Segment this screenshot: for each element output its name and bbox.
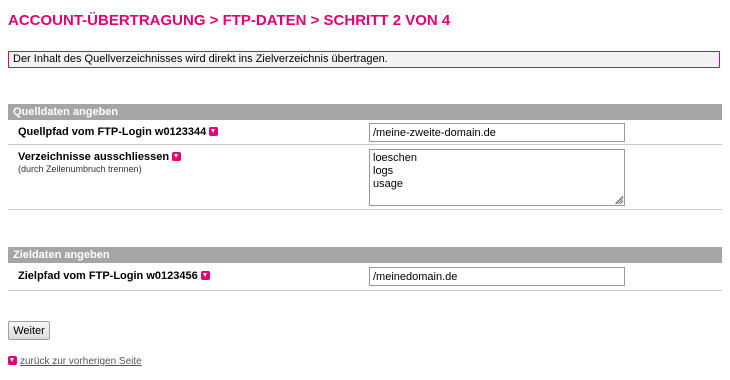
help-icon[interactable] [200,271,210,280]
source-path-label: Quellpfad vom FTP-Login w0123344 [18,126,207,138]
resize-grip-icon[interactable] [615,196,623,204]
exclude-dirs-label-wrap: Verzeichnisse ausschliessen [18,151,182,163]
target-path-label-wrap: Zielpfad vom FTP-Login w0123456 [18,270,210,282]
source-path-label-wrap: Quellpfad vom FTP-Login w0123344 [18,126,219,138]
target-path-input[interactable] [369,267,625,286]
exclude-dirs-textarea[interactable]: loeschen logs usage [369,149,625,206]
source-section: Quelldaten angeben Quellpfad vom FTP-Log… [8,104,722,210]
help-icon[interactable] [172,152,182,161]
next-button[interactable]: Weiter [8,321,50,340]
page-title: ACCOUNT-ÜBERTRAGUNG > FTP-DATEN > SCHRIT… [8,12,451,29]
target-path-label: Zielpfad vom FTP-Login w0123456 [18,270,198,282]
target-section: Zieldaten angeben Zielpfad vom FTP-Login… [8,247,722,291]
back-link[interactable]: zurück zur vorherigen Seite [20,356,142,367]
back-arrow-icon[interactable] [8,356,17,365]
source-section-header: Quelldaten angeben [8,104,722,120]
source-path-row: Quellpfad vom FTP-Login w0123344 [8,120,722,145]
back-link-row: zurück zur vorherigen Seite [8,356,142,367]
source-path-input[interactable] [369,123,625,142]
target-path-row: Zielpfad vom FTP-Login w0123456 [8,263,722,291]
target-section-header: Zieldaten angeben [8,247,722,263]
exclude-dirs-hint: (durch Zeilenumbruch trennen) [18,164,142,174]
exclude-dirs-label: Verzeichnisse ausschliessen [18,151,170,163]
exclude-dirs-row: Verzeichnisse ausschliessen (durch Zeile… [8,145,722,210]
info-notice: Der Inhalt des Quellverzeichnisses wird … [8,51,720,68]
help-icon[interactable] [209,127,219,136]
